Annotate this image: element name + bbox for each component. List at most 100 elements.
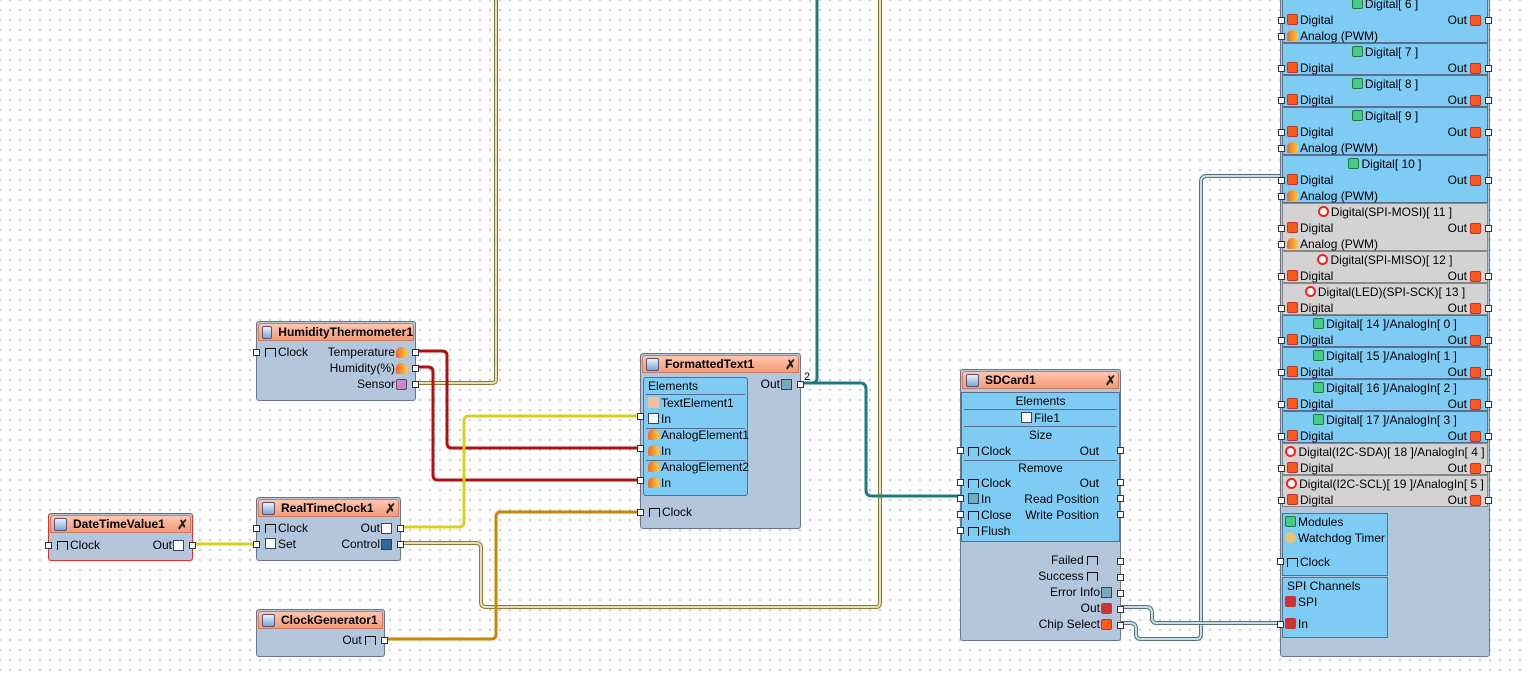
digital-input-pin[interactable] — [1278, 17, 1285, 24]
temperature-output-pin[interactable] — [412, 349, 419, 356]
analog-input-pin[interactable] — [1278, 33, 1285, 40]
close-input-pin[interactable] — [957, 511, 964, 518]
out-pin[interactable] — [1117, 606, 1124, 613]
component-header[interactable]: FormattedText1 ✗ — [642, 355, 799, 373]
wrench-icon[interactable]: ✗ — [1105, 373, 1116, 389]
pin-block[interactable]: Digital(SPI-MOSI)[ 11 ] Digital Out Analog … — [1278, 203, 1492, 251]
size-out-pin[interactable] — [1117, 447, 1124, 454]
watchdog-clock-pin[interactable] — [1277, 558, 1284, 565]
digital-input-pin[interactable] — [1278, 129, 1285, 136]
analog-element-1[interactable]: AnalogElement1 — [648, 427, 749, 443]
digital-input-pin[interactable] — [1278, 337, 1285, 344]
pin-block[interactable]: Digital[ 9 ] Digital Out Analog (PWM) — [1278, 107, 1492, 155]
sd-card-component[interactable]: SDCard1 ✗ Elements File1 Size Clock Out R… — [957, 369, 1124, 641]
spi-in-pin[interactable] — [1277, 621, 1284, 628]
pin-block[interactable]: Digital(LED)(SPI-SCK)[ 13 ] Digital Out — [1278, 283, 1492, 315]
digital-input-pin[interactable] — [1278, 177, 1285, 184]
analog-in-2-pin[interactable] — [637, 477, 644, 484]
out-output-pin[interactable] — [1485, 65, 1492, 72]
digital-input-pin[interactable] — [1278, 97, 1285, 104]
out-output-pin[interactable] — [1485, 17, 1492, 24]
digital-input-pin[interactable] — [1278, 65, 1285, 72]
out-output-pin[interactable] — [1485, 497, 1492, 504]
clock-input-pin[interactable] — [253, 525, 260, 532]
out-output-pin[interactable] — [1485, 433, 1492, 440]
digital-input-pin[interactable] — [1278, 433, 1285, 440]
wrench-icon[interactable]: ✗ — [385, 501, 396, 517]
digital-input-pin[interactable] — [1278, 273, 1285, 280]
out-output-pin[interactable] — [1485, 369, 1492, 376]
pin-block[interactable]: Digital(SPI-MISO)[ 12 ] Digital Out — [1278, 251, 1492, 283]
pin-block[interactable]: Digital[ 15 ]/AnalogIn[ 1 ] Digital Out — [1278, 347, 1492, 379]
write-position-pin[interactable] — [1117, 511, 1124, 518]
analog-element-2[interactable]: AnalogElement2 — [648, 459, 749, 475]
out-output-pin[interactable] — [1485, 225, 1492, 232]
out-output-pin[interactable] — [1485, 465, 1492, 472]
component-header[interactable]: RealTimeClock1 ✗ — [258, 499, 399, 517]
out-output-pin[interactable] — [1485, 401, 1492, 408]
watchdog-timer[interactable]: Watchdog Timer — [1285, 530, 1385, 546]
clock-input-pin[interactable] — [45, 542, 52, 549]
sensor-pin[interactable] — [412, 381, 419, 388]
out-output-pin[interactable] — [1485, 273, 1492, 280]
component-header[interactable]: HumidityThermometer1 — [258, 323, 414, 341]
clock-generator-component[interactable]: ClockGenerator1 Out — [256, 609, 388, 657]
humidity-output-pin[interactable] — [412, 365, 419, 372]
date-time-value-component[interactable]: DateTimeValue1 ✗ Clock Out — [45, 513, 196, 561]
analog-input-pin[interactable] — [1278, 241, 1285, 248]
read-position-pin[interactable] — [1117, 495, 1124, 502]
pin-block[interactable]: Digital(I2C-SDA)[ 18 ]/AnalogIn[ 4 ] Digi… — [1278, 443, 1492, 475]
pin-block[interactable]: Digital[ 14 ]/AnalogIn[ 0 ] Digital Out — [1278, 315, 1492, 347]
failed-pin[interactable] — [1117, 558, 1124, 565]
set-input-pin[interactable] — [253, 541, 260, 548]
clock-input-pin[interactable] — [253, 349, 260, 356]
pin-block[interactable]: Digital[ 7 ] Digital Out — [1278, 43, 1492, 75]
in-input-pin[interactable] — [957, 495, 964, 502]
humidity-thermometer-component[interactable]: HumidityThermometer1 Clock Temperature H… — [253, 321, 419, 401]
error-info-pin[interactable] — [1117, 590, 1124, 597]
pin-block[interactable]: Digital(I2C-SCL)[ 19 ]/AnalogIn[ 5 ] Digi… — [1278, 475, 1492, 507]
control-pin[interactable] — [397, 541, 404, 548]
remove-clock-pin[interactable] — [957, 479, 964, 486]
size-clock-pin[interactable] — [957, 447, 964, 454]
text-element[interactable]: TextElement1 — [648, 395, 734, 411]
text-in-pin[interactable] — [637, 413, 644, 420]
real-time-clock-component[interactable]: RealTimeClock1 ✗ Clock Set Out Control — [253, 497, 404, 561]
remove-out-pin[interactable] — [1117, 479, 1124, 486]
chip-select-pin[interactable] — [1117, 622, 1124, 629]
spi-channel[interactable]: SPI — [1285, 594, 1317, 610]
out-output-pin[interactable] — [1485, 97, 1492, 104]
clock-input-pin[interactable] — [637, 509, 644, 516]
analog-input-pin[interactable] — [1278, 145, 1285, 152]
pin-block[interactable]: Digital[ 16 ]/AnalogIn[ 2 ] Digital Out — [1278, 379, 1492, 411]
component-header[interactable]: DateTimeValue1 ✗ — [50, 515, 191, 533]
digital-input-pin[interactable] — [1278, 497, 1285, 504]
pin-block[interactable]: Digital[ 6 ] Digital Out Analog (PWM) — [1278, 0, 1492, 43]
wrench-icon[interactable]: ✗ — [177, 517, 188, 533]
digital-input-pin[interactable] — [1278, 225, 1285, 232]
wrench-icon[interactable]: ✗ — [785, 357, 796, 373]
flush-input-pin[interactable] — [957, 527, 964, 534]
out-output-pin[interactable] — [397, 525, 404, 532]
file-element[interactable]: File1 — [962, 410, 1119, 426]
out-output-pin[interactable] — [1485, 337, 1492, 344]
out-output-pin[interactable] — [189, 542, 196, 549]
component-header[interactable]: ClockGenerator1 — [258, 611, 383, 629]
arduino-board-component[interactable]: Digital[ 6 ] Digital Out Analog (PWM) Digita… — [1277, 0, 1492, 657]
formatted-text-component[interactable]: FormattedText1 ✗ Elements TextElement1 In… — [637, 353, 810, 529]
out-output-pin[interactable] — [381, 637, 388, 644]
out-output-pin[interactable] — [1485, 129, 1492, 136]
analog-in-1-pin[interactable] — [637, 445, 644, 452]
digital-input-pin[interactable] — [1278, 465, 1285, 472]
digital-input-pin[interactable] — [1278, 401, 1285, 408]
digital-input-pin[interactable] — [1278, 369, 1285, 376]
component-header[interactable]: SDCard1 ✗ — [962, 371, 1119, 389]
analog-input-pin[interactable] — [1278, 193, 1285, 200]
success-pin[interactable] — [1117, 574, 1124, 581]
out-output-pin[interactable] — [797, 381, 804, 388]
out-output-pin[interactable] — [1485, 177, 1492, 184]
pin-block[interactable]: Digital[ 10 ] Digital Out Analog (PWM) — [1278, 155, 1492, 203]
pin-block[interactable]: Digital[ 17 ]/AnalogIn[ 3 ] Digital Out — [1278, 411, 1492, 443]
out-output-pin[interactable] — [1485, 305, 1492, 312]
pin-block[interactable]: Digital[ 8 ] Digital Out — [1278, 75, 1492, 107]
